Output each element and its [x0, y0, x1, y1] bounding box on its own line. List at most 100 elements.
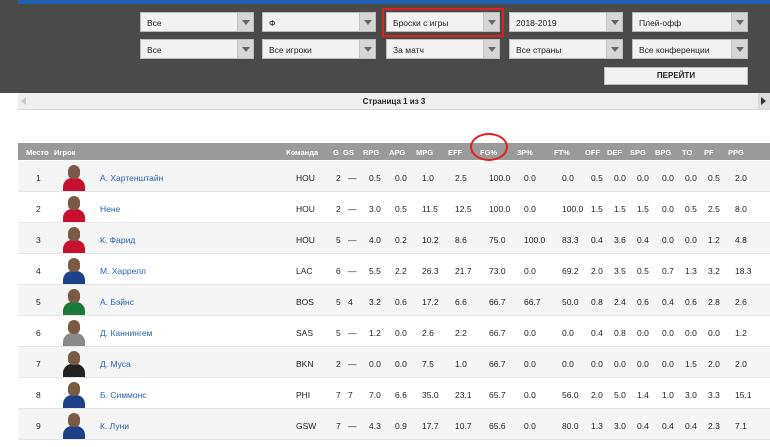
- next-page-button[interactable]: [758, 93, 770, 110]
- filter-select-1-1[interactable]: Все: [140, 12, 254, 32]
- filter-select-season[interactable]: 2018-2019: [509, 12, 623, 32]
- filter-select-country[interactable]: Все страны: [509, 39, 623, 59]
- header-spg[interactable]: SPG: [630, 148, 646, 157]
- cell-fg-pct: 65.7: [489, 390, 506, 400]
- cell-fg-pct: 100.0: [489, 173, 511, 183]
- cell-bpg: 0.0: [662, 173, 674, 183]
- filter-select-mode[interactable]: За матч: [386, 39, 500, 59]
- go-button[interactable]: ПЕРЕЙТИ: [604, 67, 748, 85]
- filter-value: Все страны: [516, 45, 562, 55]
- header-mpg[interactable]: MPG: [416, 148, 433, 157]
- cell-spg: 0.4: [637, 235, 649, 245]
- cell-rank: 5: [36, 297, 41, 307]
- cell-off: 0.8: [591, 297, 603, 307]
- cell-games-started: —: [348, 173, 357, 183]
- cell-def: 1.5: [614, 204, 626, 214]
- filter-select-players[interactable]: Все игроки: [262, 39, 376, 59]
- cell-player-name[interactable]: Б. Симмонс: [100, 390, 147, 400]
- header-3p-pct[interactable]: 3P%: [517, 148, 533, 157]
- header-team[interactable]: Команда: [286, 148, 318, 157]
- cell-to: 1.3: [685, 266, 697, 276]
- player-avatar: [61, 163, 87, 191]
- table-row: 5 А. Бэйнс BOS 5 4 3.2 0.6 17.2 6.6 66.7 66.7 50.0 0…: [18, 285, 770, 316]
- header-to[interactable]: TO: [682, 148, 692, 157]
- table-row: 2 Нене HOU 2 — 3.0 0.5 11.5 12.5 100.0 0.0 100.0 1.5…: [18, 192, 770, 223]
- cell-to: 3.0: [685, 390, 697, 400]
- cell-player-name[interactable]: А. Хартенштайн: [100, 173, 163, 183]
- header-ft-pct[interactable]: FT%: [554, 148, 570, 157]
- chevron-down-icon: [731, 40, 747, 58]
- cell-bpg: 0.0: [662, 235, 674, 245]
- chevron-down-icon: [606, 40, 622, 58]
- cell-bpg: 0.0: [662, 204, 674, 214]
- cell-games: 2: [336, 204, 341, 214]
- header-bpg[interactable]: BPG: [655, 148, 671, 157]
- header-apg[interactable]: APG: [389, 148, 405, 157]
- cell-spg: 0.0: [637, 328, 649, 338]
- cell-games-started: —: [348, 235, 357, 245]
- header-off[interactable]: OFF: [585, 148, 600, 157]
- cell-ft-pct: 83.3: [562, 235, 579, 245]
- cell-rpg: 5.5: [369, 266, 381, 276]
- cell-apg: 0.9: [395, 421, 407, 431]
- cell-eff: 1.0: [455, 359, 467, 369]
- cell-ppg: 2.6: [735, 297, 747, 307]
- header-gs[interactable]: GS: [343, 148, 354, 157]
- cell-rpg: 4.0: [369, 235, 381, 245]
- cell-eff: 2.5: [455, 173, 467, 183]
- cell-pf: 2.3: [708, 421, 720, 431]
- header-ppg[interactable]: PPG: [728, 148, 744, 157]
- cell-spg: 1.5: [637, 204, 649, 214]
- cell-3p-pct: 0.0: [524, 390, 536, 400]
- cell-to: 1.5: [685, 359, 697, 369]
- cell-to: 0.6: [685, 297, 697, 307]
- filter-select-season-type[interactable]: Плей-офф: [632, 12, 748, 32]
- cell-fg-pct: 73.0: [489, 266, 506, 276]
- chevron-down-icon: [237, 40, 253, 58]
- cell-eff: 12.5: [455, 204, 472, 214]
- header-rpg[interactable]: RPG: [363, 148, 379, 157]
- cell-player-name[interactable]: К. Фарид: [100, 235, 135, 245]
- filter-value: 2018-2019: [516, 18, 557, 28]
- filter-select-position[interactable]: Ф: [262, 12, 376, 32]
- cell-player-name[interactable]: А. Бэйнс: [100, 297, 134, 307]
- header-eff[interactable]: EFF: [448, 148, 462, 157]
- filter-value: Все игроки: [269, 45, 312, 55]
- filter-value: Все: [147, 45, 162, 55]
- cell-player-name[interactable]: Д. Муса: [100, 359, 131, 369]
- cell-team: SAS: [296, 328, 314, 338]
- header-def[interactable]: DEF: [607, 148, 622, 157]
- cell-def: 3.6: [614, 235, 626, 245]
- cell-eff: 2.2: [455, 328, 467, 338]
- pager: Страница 1 из 3: [18, 93, 770, 110]
- cell-def: 5.0: [614, 390, 626, 400]
- chevron-down-icon: [359, 40, 375, 58]
- header-player[interactable]: Игрок: [54, 148, 75, 157]
- filter-select-conference[interactable]: Все конференции: [632, 39, 748, 59]
- top-accent-bar: [0, 0, 770, 4]
- cell-mpg: 2.6: [422, 328, 434, 338]
- cell-player-name[interactable]: Д. Каннингем: [100, 328, 152, 338]
- cell-rank: 6: [36, 328, 41, 338]
- cell-player-name[interactable]: Нене: [100, 204, 120, 214]
- cell-bpg: 0.0: [662, 359, 674, 369]
- cell-rpg: 0.0: [369, 359, 381, 369]
- header-g[interactable]: G: [333, 148, 339, 157]
- table-row: 4 М. Харрелл LAC 6 — 5.5 2.2 26.3 21.7 73.0 0.0 69.…: [18, 254, 770, 285]
- cell-def: 0.8: [614, 328, 626, 338]
- player-avatar: [61, 287, 87, 315]
- chevron-down-icon: [237, 13, 253, 31]
- cell-def: 0.0: [614, 359, 626, 369]
- page-indicator: Страница 1 из 3: [362, 97, 426, 106]
- cell-games: 2: [336, 173, 341, 183]
- cell-rank: 9: [36, 421, 41, 431]
- cell-player-name[interactable]: М. Харрелл: [100, 266, 146, 276]
- header-pf[interactable]: PF: [704, 148, 714, 157]
- cell-spg: 1.4: [637, 390, 649, 400]
- cell-apg: 6.6: [395, 390, 407, 400]
- cell-player-name[interactable]: К. Луни: [100, 421, 129, 431]
- header-rank[interactable]: Место: [26, 148, 49, 157]
- player-avatar: [61, 411, 87, 439]
- cell-pf: 3.3: [708, 390, 720, 400]
- filter-select-2-1[interactable]: Все: [140, 39, 254, 59]
